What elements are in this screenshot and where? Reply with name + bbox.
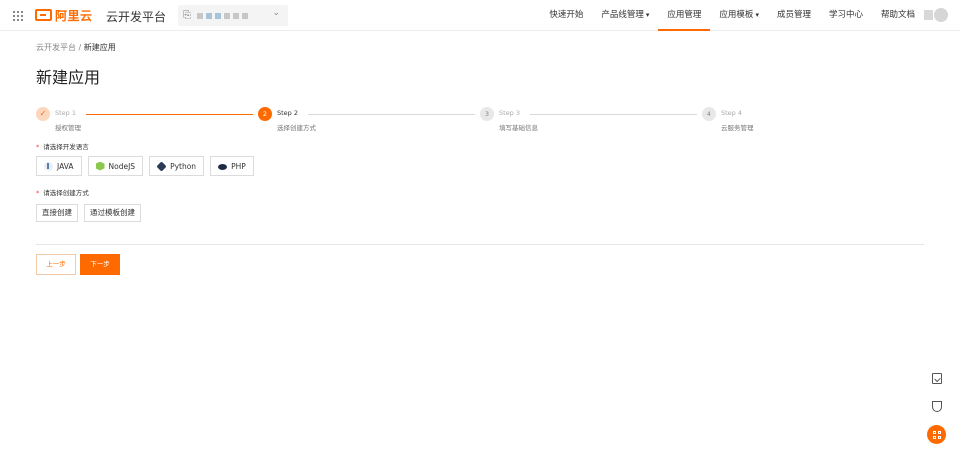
aliyun-logo-mark xyxy=(35,9,52,21)
nav-item-label: 成员管理 xyxy=(776,10,811,20)
language-option-java[interactable]: JAVA xyxy=(36,156,82,176)
nav-item[interactable]: 产品线管理 ▾ xyxy=(592,0,658,31)
workspace-icon: ⎘ xyxy=(183,10,191,21)
nav-item[interactable]: 快速开始 xyxy=(540,0,592,31)
shield-icon[interactable] xyxy=(930,399,944,413)
check-icon: ✓ xyxy=(36,107,50,121)
step-number: 2 xyxy=(258,107,272,121)
step-title: Step 4 xyxy=(721,109,743,117)
nav-item-label: 应用模板 xyxy=(719,10,754,20)
nav-item-label: 应用管理 xyxy=(667,10,702,20)
language-option-php[interactable]: PHP xyxy=(210,156,254,176)
step-progress: ✓ Step 1 授权管理 2 Step 2 选择创建方式 3 Step 3 填写基础信息 4 St… xyxy=(36,107,956,137)
page-title: 新建应用 xyxy=(36,68,101,87)
php-icon xyxy=(218,163,228,170)
logo-text: 阿里云 xyxy=(55,8,93,23)
nav-item[interactable]: 学习中心 xyxy=(820,0,872,31)
step-description: 选择创建方式 xyxy=(277,124,316,132)
language-option-python[interactable]: Python xyxy=(149,156,205,176)
app-grid-icon[interactable] xyxy=(13,11,23,21)
nav-item[interactable]: 应用模板 ▾ xyxy=(710,0,768,31)
breadcrumb-separator: / xyxy=(76,43,84,52)
divider xyxy=(36,244,924,245)
aliyun-logo[interactable]: 阿里云 xyxy=(35,7,93,23)
apps-icon[interactable] xyxy=(927,425,946,444)
breadcrumb-parent[interactable]: 云开发平台 xyxy=(36,43,76,52)
step-connector xyxy=(308,114,475,115)
required-mark: * xyxy=(36,143,40,151)
nav-item[interactable]: 成员管理 xyxy=(768,0,820,31)
language-option-label: NodeJS xyxy=(108,161,136,171)
user-avatar[interactable] xyxy=(924,7,950,23)
nav-item-label: 产品线管理 xyxy=(601,10,644,20)
nav-item-label: 快速开始 xyxy=(549,10,584,20)
step-number: 3 xyxy=(480,107,494,121)
feedback-doc-icon[interactable] xyxy=(930,371,944,385)
required-mark: * xyxy=(36,189,40,197)
nav-item[interactable]: 应用管理 xyxy=(658,0,711,31)
step-number: 4 xyxy=(702,107,716,121)
nodejs-icon xyxy=(95,161,105,171)
chevron-down-icon: ⌄ xyxy=(272,8,280,18)
language-option-nodejs[interactable]: NodeJS xyxy=(87,156,144,176)
step-title: Step 3 xyxy=(499,109,521,117)
breadcrumb-current: 新建应用 xyxy=(83,43,116,52)
breadcrumb: 云开发平台 / 新建应用 xyxy=(36,42,116,53)
nav-item[interactable]: 帮助文档 xyxy=(872,0,924,31)
step-description: 授权管理 xyxy=(55,124,81,132)
next-step-button[interactable]: 下一步 xyxy=(80,254,120,275)
platform-title: 云开发平台 xyxy=(106,10,167,24)
main-nav: 快速开始 产品线管理 ▾ 应用管理 应用模板 ▾ 成员管理 学习中心 帮助文档 xyxy=(540,0,924,31)
language-option-label: PHP xyxy=(231,161,246,171)
step-title: Step 2 xyxy=(277,109,299,117)
nav-item-label: 学习中心 xyxy=(828,10,863,20)
step-connector xyxy=(530,114,697,115)
java-icon xyxy=(44,161,53,171)
python-icon xyxy=(156,160,167,172)
language-option-label: Python xyxy=(170,161,197,171)
workspace-name-redacted xyxy=(197,12,248,19)
language-label-text: 请选择开发语言 xyxy=(43,143,89,151)
step-connector xyxy=(86,114,253,115)
prev-step-button[interactable]: 上一步 xyxy=(36,254,76,275)
step-description: 填写基础信息 xyxy=(499,124,538,132)
language-field-label: * 请选择开发语言 xyxy=(36,141,89,151)
method-option-template[interactable]: 通过模板创建 xyxy=(84,204,141,222)
chevron-down-icon: ▾ xyxy=(755,11,759,19)
language-options: JAVA NodeJS Python PHP xyxy=(36,156,254,176)
method-label-text: 请选择创建方式 xyxy=(43,189,89,197)
chevron-down-icon: ▾ xyxy=(645,11,650,19)
nav-item-label: 帮助文档 xyxy=(880,10,915,20)
language-option-label: JAVA xyxy=(57,161,74,171)
workspace-selector[interactable]: ⎘ ⌄ xyxy=(178,5,288,26)
step-description: 云服务管理 xyxy=(721,124,754,132)
method-options: 直接创建 通过模板创建 xyxy=(36,204,141,222)
method-option-direct[interactable]: 直接创建 xyxy=(36,204,78,222)
method-field-label: * 请选择创建方式 xyxy=(36,187,89,197)
top-navigation-bar: 阿里云 云开发平台 ⎘ ⌄ 快速开始 产品线管理 ▾ 应用管理 应用模板 ▾ 成员管理 学习中… xyxy=(0,0,960,31)
step-title: Step 1 xyxy=(55,109,77,117)
